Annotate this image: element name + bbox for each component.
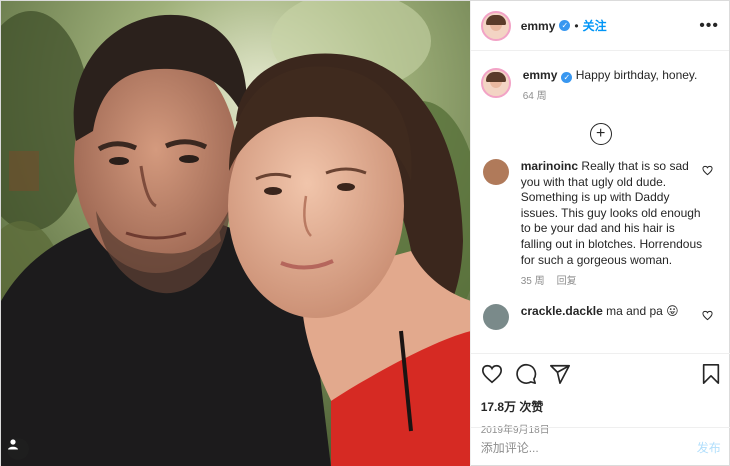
post-header: emmy ✓ • 关注 ••• xyxy=(470,1,729,51)
post-comment-button[interactable]: 发布 xyxy=(697,439,721,456)
commenter-avatar[interactable] xyxy=(482,303,509,330)
post-actions: 17.8万 次赞 2019年9月18日 xyxy=(470,353,730,436)
comment-heart-icon[interactable] xyxy=(702,165,713,179)
comment-text: Really that is so sad you with that ugly… xyxy=(520,159,703,267)
caption-text: Happy birthday, honey. xyxy=(575,68,698,82)
comment-meta: 35 周 回复 xyxy=(521,274,706,290)
post-dialog: emmy ✓ • 关注 ••• emmy ✓ Happy birthday, ho… xyxy=(0,0,730,466)
share-icon[interactable] xyxy=(549,363,571,385)
comment-body: marinoinc Really that is so sad you with… xyxy=(521,159,706,290)
more-options-icon[interactable]: ••• xyxy=(699,17,719,35)
action-bar xyxy=(481,362,721,386)
likes-count[interactable]: 17.8万 次赞 xyxy=(481,398,721,415)
reply-button[interactable]: 回复 xyxy=(557,276,577,287)
post-photo[interactable] xyxy=(1,1,470,466)
author-username[interactable]: emmy xyxy=(521,19,556,33)
verified-badge-icon: ✓ xyxy=(559,20,571,31)
heart-icon[interactable] xyxy=(481,363,503,385)
verified-badge-icon: ✓ xyxy=(561,72,573,83)
comment-body: crackle.dackle ma and pa 😛 xyxy=(521,304,706,330)
post-side-panel: emmy ✓ • 关注 ••• emmy ✓ Happy birthday, ho… xyxy=(469,1,730,466)
follow-button[interactable]: 关注 xyxy=(583,17,607,34)
commenter-avatar[interactable] xyxy=(482,159,509,185)
author-avatar[interactable] xyxy=(480,10,511,41)
comment-input[interactable] xyxy=(480,440,697,455)
comment-item: crackle.dackle ma and pa 😛 xyxy=(481,290,721,330)
caption: emmy ✓ Happy birthday, honey. 64 周 xyxy=(480,52,721,104)
comment-username[interactable]: crackle.dackle xyxy=(521,304,603,318)
caption-avatar[interactable] xyxy=(480,68,511,98)
caption-username[interactable]: emmy xyxy=(523,68,558,82)
caption-meta: 64 周 xyxy=(523,89,713,104)
user-tag-button[interactable] xyxy=(7,438,29,460)
comment-item: marinoinc Really that is so sad you with… xyxy=(481,145,721,290)
load-more-comments-button[interactable]: + xyxy=(589,123,612,145)
bookmark-icon[interactable] xyxy=(701,363,721,385)
comments-list[interactable]: emmy ✓ Happy birthday, honey. 64 周 + mari… xyxy=(471,52,730,352)
plus-circle-icon: + xyxy=(596,125,606,142)
caption-age[interactable]: 64 周 xyxy=(523,91,547,102)
comment-heart-icon[interactable] xyxy=(702,310,713,324)
photo-image xyxy=(1,1,470,466)
comment-username[interactable]: marinoinc xyxy=(521,159,578,173)
comment-text: ma and pa 😛 xyxy=(606,303,679,318)
add-comment-bar: 发布 xyxy=(470,427,730,466)
separator-dot: • xyxy=(574,18,579,33)
comment-icon[interactable] xyxy=(515,363,537,385)
caption-body: emmy ✓ Happy birthday, honey. 64 周 xyxy=(523,68,713,104)
comment-age[interactable]: 35 周 xyxy=(521,276,545,287)
